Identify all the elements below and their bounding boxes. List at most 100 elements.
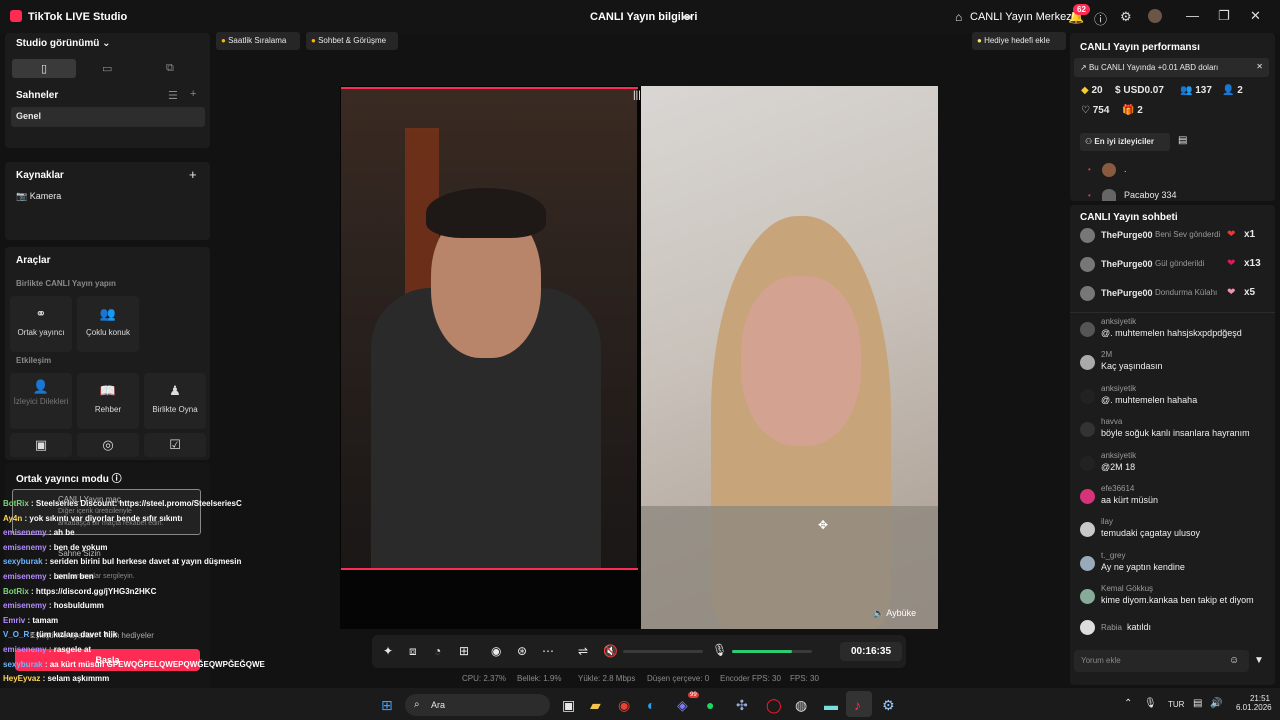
task-view-icon[interactable]: ▣ [562,697,575,714]
opera-icon[interactable]: ◯ [766,697,782,714]
help-icon[interactable]: ⓘ [112,474,122,485]
volume-track[interactable] [623,650,703,653]
promo-banner[interactable]: ↗ Bu CANLI Yayında +0.01 ABD doları ✕ [1074,58,1269,77]
chip-label: Sohbet & Görüşme [318,36,387,45]
steam-icon[interactable]: ⚙ [882,697,895,714]
tool-cohost[interactable]: ⚭ Ortak yayıncı [10,296,72,352]
divider-handle-icon[interactable]: ||| [633,90,647,102]
gift-row[interactable]: ThePurge00 Gül gönderildi ❤ x13 [1080,257,1270,273]
list-icon[interactable]: ☰ [168,89,178,102]
beauty-icon[interactable]: ◔ [434,644,441,658]
home-icon[interactable]: ⌂ [955,10,962,24]
camera-icon: 📷 [16,191,28,201]
person-icon: 👤 [32,379,50,394]
help-icon[interactable]: ⓘ [1094,9,1107,28]
volume-icon[interactable]: 🔊 [1210,698,1222,709]
tool-extra-2[interactable]: ◎ [77,433,139,457]
screen-icon[interactable]: ⊞ [459,644,469,658]
gear-icon[interactable]: ⚙ [1120,9,1132,25]
comment-text: @. muhtemelen hahaha [1101,394,1198,405]
minimize-icon[interactable]: — [1186,8,1199,23]
avatar[interactable] [1148,9,1162,23]
chevron-up-icon[interactable]: ⌃ [1124,698,1132,709]
windows-start-icon[interactable]: ⊞ [381,697,393,714]
portrait-layout-button[interactable]: ▯ [12,59,76,78]
source-item-camera[interactable]: 📷 Kamera [16,191,61,202]
close-icon[interactable]: ✕ [1250,8,1261,24]
comment-row[interactable]: anksiyetik @. muhtemelen hahsjskxpdpdğeşd [1080,317,1270,345]
gift-row[interactable]: ThePurge00 Beni Sev gönderdi ❤ x1 [1080,228,1270,244]
add-source-icon[interactable]: + [189,167,197,182]
dual-layout-button[interactable]: ⧉ [166,62,174,75]
chrome-icon[interactable]: ◉ [618,697,630,714]
more-icon[interactable]: ⋯ [542,644,554,658]
chat-meet-chip[interactable]: ● Sohbet & Görüşme [306,32,398,50]
tool-play-together[interactable]: ♟ Birlikte Oyna [144,373,206,429]
studio-view-dropdown[interactable]: Studio görünümü ⌄ [16,38,111,49]
top-viewers-tab[interactable]: ⚇ En iyi izleyiciler [1080,133,1170,151]
hourly-ranking-chip[interactable]: ● Saatlik Sıralama [216,32,300,50]
obs-icon[interactable]: ◍ [795,697,807,714]
spotify-icon[interactable]: ● [706,697,714,713]
comment-text: @2M 18 [1101,461,1136,472]
comment-row[interactable]: anksiyetik @. muhtemelen hahaha [1080,384,1270,412]
share-icon[interactable]: ➦ [682,10,692,24]
comment-row[interactable]: Kemal Gökkuş kime diyom.kankaa ben takip … [1080,584,1270,612]
discord-icon[interactable]: ◈ [677,697,688,714]
tool-viewer-wishes[interactable]: 👤 İzleyici Dilekleri [10,373,72,429]
guest-camera-feed[interactable] [641,86,938,629]
camera-switch-icon[interactable]: ⊛ [517,644,527,658]
settings-app-icon[interactable]: ✣ [736,697,748,714]
scene-item-genel[interactable]: Genel [11,107,205,127]
add-scene-icon[interactable]: + [190,88,196,100]
record-icon[interactable]: ◉ [491,644,501,658]
move-icon[interactable]: ✥ [818,518,828,532]
tool-guide[interactable]: 📖 Rehber [77,373,139,429]
maximize-icon[interactable]: ❐ [1218,8,1230,24]
magic-icon[interactable]: ✦ [383,644,393,658]
comment-row[interactable]: t._grey Ay ne yaptın kendine [1080,551,1270,579]
comment-row[interactable]: efe36614 aa kürt müsün [1080,484,1270,512]
network-icon[interactable]: ▤ [1193,698,1202,709]
overlay-chat-line: HeyEyvaz : selam aşkımmm [3,674,109,683]
live-center-link[interactable]: CANLI Yayın Merkezi [970,11,1074,23]
list-tab-icon[interactable]: ▤ [1178,135,1187,146]
microphone-icon[interactable]: 🎙 [712,643,727,657]
box-icon: ▣ [34,437,48,452]
comment-row[interactable]: ilay temudaki çagatay ulusoy [1080,517,1270,545]
discord-badge: 99 [688,692,699,698]
comment-user: 2M [1101,350,1113,360]
mic-tray-icon[interactable]: 🎙 [1144,698,1157,709]
landscape-layout-button[interactable]: ▭ [102,62,112,75]
comment-row[interactable]: anksiyetik @2M 18 [1080,451,1270,479]
language-indicator[interactable]: TUR [1168,700,1184,709]
overlay-chat-line: Ay4n : yok sıkıntı var diyorlar bende sı… [3,514,182,523]
avatar [1080,589,1095,605]
emoji-icon[interactable]: ☺ [1229,655,1239,666]
comment-row[interactable]: 2M Kaç yaşındasın [1080,350,1270,378]
audio-settings-icon[interactable]: ⇌ [578,644,588,658]
edge-icon[interactable]: ◐ [647,697,655,713]
top-viewer-1[interactable]: . [1124,164,1127,174]
tool-extra-3[interactable]: ☑ [144,433,206,457]
terminal-icon[interactable]: ▬ [824,697,838,713]
folder-icon[interactable]: ▰ [590,697,601,714]
filter-icon[interactable]: ▼ [1254,655,1264,666]
effects-icon[interactable]: ⧈ [409,644,417,659]
taskbar-search[interactable] [405,694,550,716]
host-camera-feed[interactable] [341,88,637,569]
mic-level-track[interactable] [732,650,812,653]
clock[interactable]: 21:51 6.01.2026 [1236,694,1272,712]
tool-multi-guest[interactable]: 👥 Çoklu konuk [77,296,139,352]
comment-row[interactable]: havva böyle soğuk kanlı insanlara hayranı… [1080,417,1270,445]
close-icon[interactable]: ✕ [1256,62,1263,71]
overlay-message: ben de yokum [53,542,108,552]
tool-extra-1[interactable]: ▣ [10,433,72,457]
gift-goal-chip[interactable]: ● Hediye hedefi ekle [972,32,1066,50]
comment-row[interactable]: Rabia katıldı [1080,618,1270,646]
gift-row[interactable]: ThePurge00 Dondurma Külahı ❤ x5 [1080,286,1270,302]
stat-new-followers: 👤 2 [1222,85,1243,96]
separator: : [46,601,54,611]
mute-icon[interactable]: 🔇 [603,644,618,658]
top-viewer-2[interactable]: Pacaboy 334 [1124,190,1177,201]
